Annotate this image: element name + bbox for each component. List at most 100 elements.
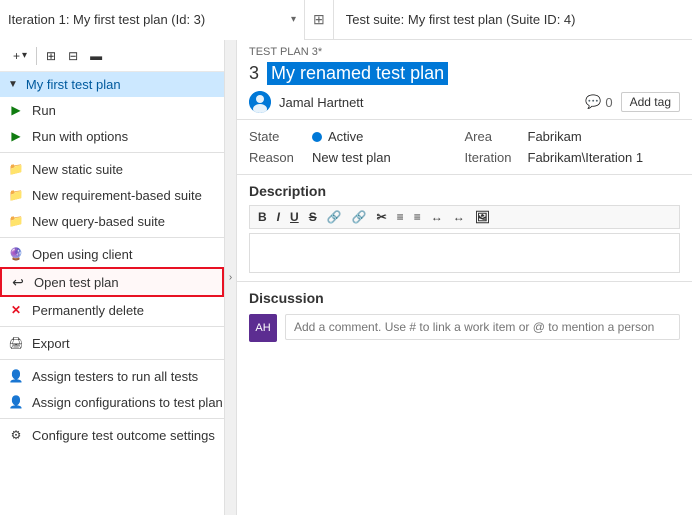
- editor-toolbar: B I U S 🔗 🔗 ✂ ≡ ≡ ↔ ↔ 🖼: [249, 205, 680, 229]
- settings-icon: ⚙: [8, 427, 24, 443]
- menu-separator-5: [0, 418, 224, 419]
- run-options-icon: ▶: [8, 128, 24, 144]
- comment-count-area: 💬 0: [585, 94, 612, 110]
- menu-separator-3: [0, 326, 224, 327]
- sidebar-item-assign-configs[interactable]: 👤 Assign configurations to test plan: [0, 389, 224, 415]
- menu-separator-2: [0, 237, 224, 238]
- link-button[interactable]: 🔗: [323, 208, 346, 226]
- expand-all-button[interactable]: ⊞: [41, 46, 61, 66]
- sidebar-item-my-first-test-plan[interactable]: ▼ My first test plan: [0, 72, 224, 97]
- description-editor[interactable]: [249, 233, 680, 273]
- cut-button[interactable]: ✂: [373, 208, 391, 226]
- folder-icon: 📁: [8, 161, 24, 177]
- filter-icon-btn: ▬: [90, 49, 102, 63]
- collapse-all-button[interactable]: ⊟: [63, 46, 83, 66]
- plan-title[interactable]: My renamed test plan: [267, 62, 448, 85]
- discussion-title: Discussion: [249, 290, 680, 306]
- sidebar: + ▾ ⊞ ⊟ ▬ ▼ My first test plan ▶ R: [0, 40, 225, 515]
- suite-title: Test suite: My first test plan (Suite ID…: [334, 12, 588, 27]
- sidebar-item-open-test-plan[interactable]: ↩ Open test plan: [0, 267, 224, 297]
- italic-button[interactable]: I: [273, 208, 284, 226]
- discussion-section: Discussion AH: [237, 282, 692, 515]
- collapse-handle[interactable]: ›: [225, 40, 237, 515]
- avatar: [249, 91, 271, 113]
- sidebar-item-label: Permanently delete: [32, 303, 144, 318]
- sidebar-item-configure-settings[interactable]: ⚙ Configure test outcome settings: [0, 422, 224, 448]
- folder-query-icon: 📁: [8, 213, 24, 229]
- client-icon: 🔮: [8, 246, 24, 262]
- strikethrough-button[interactable]: S: [305, 208, 321, 226]
- iteration-row: Iteration Fabrikam\Iteration 1: [465, 147, 681, 168]
- state-row: State Active: [249, 126, 465, 147]
- comment-row: AH: [249, 314, 680, 342]
- outdent-button[interactable]: ↔: [449, 208, 469, 226]
- sidebar-item-run[interactable]: ▶ Run: [0, 97, 224, 123]
- fields-grid: State Active Area Fabrikam Reason New te…: [237, 120, 692, 175]
- menu-separator-4: [0, 359, 224, 360]
- plus-icon: +: [13, 49, 20, 63]
- sidebar-item-new-query-suite[interactable]: 📁 New query-based suite: [0, 208, 224, 234]
- assign-configs-icon: 👤: [8, 394, 24, 410]
- link2-button[interactable]: 🔗: [348, 208, 371, 226]
- sidebar-item-export[interactable]: 🖨 Export: [0, 330, 224, 356]
- sidebar-item-label: New requirement-based suite: [32, 188, 202, 203]
- iteration-field-label: Iteration: [465, 150, 520, 165]
- comment-icon: 💬: [585, 94, 601, 110]
- filter-icon[interactable]: ⊞: [305, 0, 334, 40]
- sidebar-item-open-client[interactable]: 🔮 Open using client: [0, 241, 224, 267]
- collapse-all-icon: ⊟: [68, 49, 78, 63]
- sidebar-item-label: Assign configurations to test plan: [32, 395, 223, 410]
- sidebar-item-label: Assign testers to run all tests: [32, 369, 198, 384]
- comment-count: 0: [605, 95, 612, 110]
- list-button[interactable]: ≡: [393, 208, 408, 226]
- bold-button[interactable]: B: [254, 208, 271, 226]
- underline-button[interactable]: U: [286, 208, 303, 226]
- reason-row: Reason New test plan: [249, 147, 465, 168]
- state-indicator: [312, 132, 322, 142]
- area-value: Fabrikam: [528, 129, 582, 144]
- list2-button[interactable]: ≡: [410, 208, 425, 226]
- top-bar: Iteration 1: My first test plan (Id: 3) …: [0, 0, 692, 40]
- plan-tag: TEST PLAN 3*: [249, 46, 680, 58]
- menu-list: ▼ My first test plan ▶ Run ▶ Run with op…: [0, 72, 224, 515]
- filter-button[interactable]: ▬: [85, 46, 107, 66]
- plan-number: 3: [249, 63, 259, 84]
- sidebar-item-label: Open using client: [32, 247, 132, 262]
- sidebar-item-label: New static suite: [32, 162, 123, 177]
- sidebar-item-label: New query-based suite: [32, 214, 165, 229]
- state-value: Active: [312, 129, 363, 144]
- sidebar-toolbar: + ▾ ⊞ ⊟ ▬: [0, 40, 224, 72]
- menu-separator-1: [0, 152, 224, 153]
- toolbar-separator: [36, 47, 37, 65]
- sidebar-item-label: Run with options: [32, 129, 128, 144]
- run-icon: ▶: [8, 102, 24, 118]
- sidebar-item-label: Export: [32, 336, 70, 351]
- sidebar-item-label: My first test plan: [26, 77, 121, 92]
- user-row: Jamal Hartnett 💬 0 Add tag: [249, 91, 680, 113]
- image-button[interactable]: 🖼: [471, 208, 494, 226]
- iteration-field-value: Fabrikam\Iteration 1: [528, 150, 644, 165]
- sidebar-item-run-with-options[interactable]: ▶ Run with options: [0, 123, 224, 149]
- sidebar-item-permanently-delete[interactable]: ✕ Permanently delete: [0, 297, 224, 323]
- content-panel: TEST PLAN 3* 3 My renamed test plan Jama…: [237, 40, 692, 515]
- add-tag-button[interactable]: Add tag: [621, 92, 680, 112]
- expand-all-icon: ⊞: [46, 49, 56, 63]
- folder-req-icon: 📁: [8, 187, 24, 203]
- state-text: Active: [328, 129, 363, 144]
- add-button[interactable]: + ▾: [8, 46, 32, 66]
- sidebar-item-label: Open test plan: [34, 275, 119, 290]
- sidebar-item-assign-testers[interactable]: 👤 Assign testers to run all tests: [0, 363, 224, 389]
- iteration-label: Iteration 1: My first test plan (Id: 3): [8, 12, 287, 27]
- sidebar-item-new-req-suite[interactable]: 📁 New requirement-based suite: [0, 182, 224, 208]
- sidebar-item-new-static-suite[interactable]: 📁 New static suite: [0, 156, 224, 182]
- assign-icon: 👤: [8, 368, 24, 384]
- avatar-image: [249, 91, 271, 113]
- commenter-avatar: AH: [249, 314, 277, 342]
- delete-icon: ✕: [8, 302, 24, 318]
- comment-input[interactable]: [285, 314, 680, 340]
- export-icon: 🖨: [8, 335, 24, 351]
- iteration-selector[interactable]: Iteration 1: My first test plan (Id: 3) …: [0, 0, 305, 40]
- reason-label: Reason: [249, 150, 304, 165]
- indent-button[interactable]: ↔: [427, 208, 447, 226]
- user-name: Jamal Hartnett: [279, 95, 364, 110]
